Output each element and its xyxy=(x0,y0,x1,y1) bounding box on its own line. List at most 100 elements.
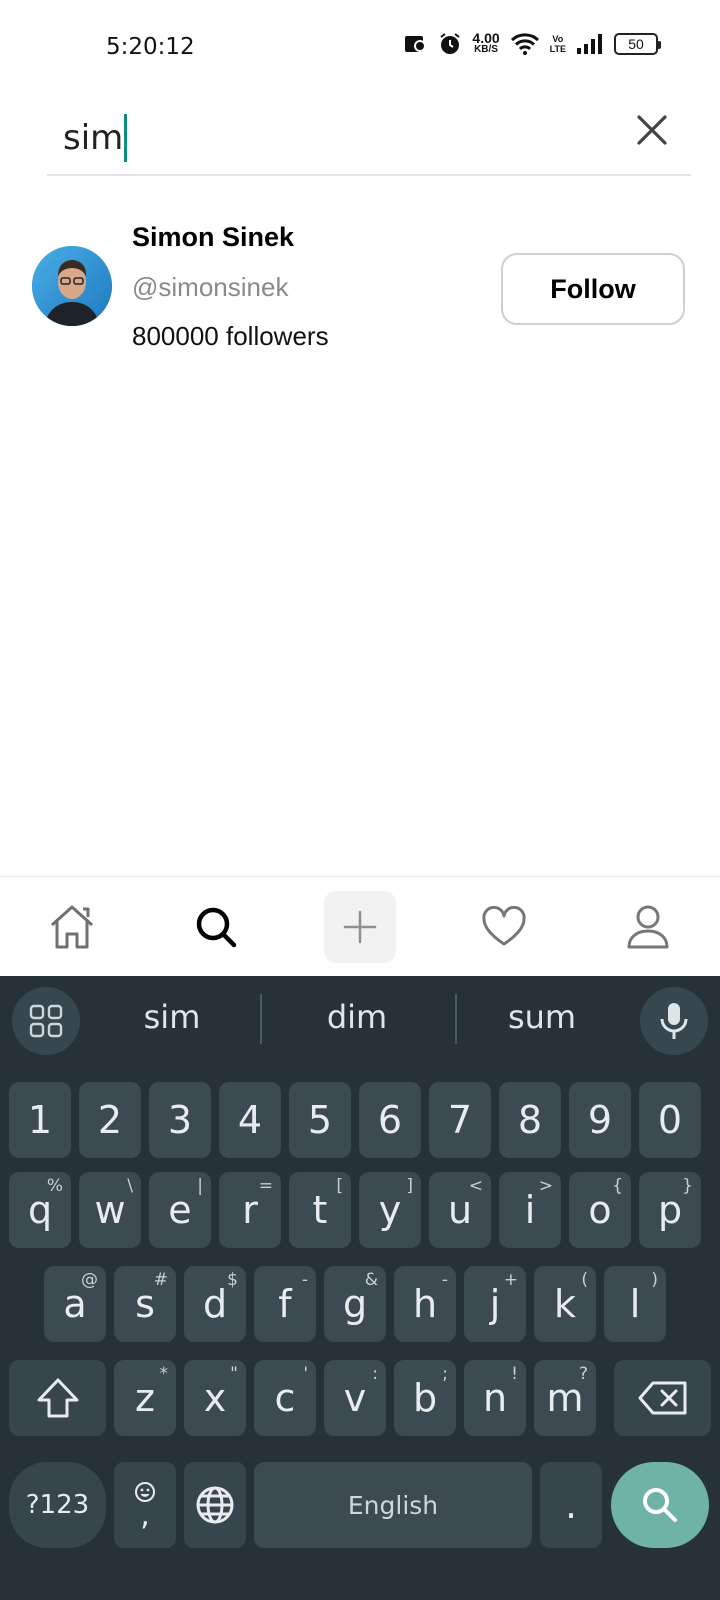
comma-label: , xyxy=(140,1498,150,1533)
space-key[interactable]: English xyxy=(254,1462,532,1548)
key-m[interactable]: m? xyxy=(534,1360,596,1436)
key-3[interactable]: 3 xyxy=(149,1082,211,1158)
key-secondary-symbol: - xyxy=(301,1270,308,1290)
period-key[interactable]: . xyxy=(540,1462,602,1548)
key-label: w xyxy=(94,1188,126,1232)
key-e[interactable]: e | xyxy=(149,1172,211,1248)
key-label: English xyxy=(347,1490,439,1520)
key-label: m xyxy=(546,1376,584,1420)
key-label: n xyxy=(482,1376,508,1420)
key-d[interactable]: d $ xyxy=(184,1266,246,1342)
key-9[interactable]: 9 xyxy=(569,1082,631,1158)
key-n[interactable]: n! xyxy=(464,1360,526,1436)
key-s[interactable]: s # xyxy=(114,1266,176,1342)
net-speed-value: 4.00 xyxy=(472,30,500,46)
key-secondary-symbol: > xyxy=(538,1176,553,1196)
key-u[interactable]: u < xyxy=(429,1172,491,1248)
suggestion-1[interactable]: sim xyxy=(82,998,262,1036)
key-secondary-symbol: + xyxy=(503,1270,518,1290)
key-5[interactable]: 5 xyxy=(289,1082,351,1158)
key-g[interactable]: g & xyxy=(324,1266,386,1342)
key-f[interactable]: f- xyxy=(254,1266,316,1342)
emoji-comma-key[interactable]: , xyxy=(114,1462,176,1548)
shift-key[interactable] xyxy=(9,1360,106,1436)
nav-profile[interactable] xyxy=(612,891,684,963)
key-8[interactable]: 8 xyxy=(499,1082,561,1158)
plus-icon xyxy=(343,910,377,944)
key-w[interactable]: w \ xyxy=(79,1172,141,1248)
key-label: ?123 xyxy=(25,1490,90,1520)
key-h[interactable]: h- xyxy=(394,1266,456,1342)
key-label: 4 xyxy=(237,1098,263,1142)
language-key[interactable] xyxy=(184,1462,246,1548)
key-v[interactable]: v: xyxy=(324,1360,386,1436)
key-a[interactable]: a @ xyxy=(44,1266,106,1342)
key-k[interactable]: k( xyxy=(534,1266,596,1342)
signal-icon xyxy=(576,33,604,55)
profile-icon xyxy=(627,905,669,949)
close-icon xyxy=(637,115,667,145)
nav-add[interactable] xyxy=(324,891,396,963)
keyboard-menu-button[interactable] xyxy=(12,987,80,1055)
key-o[interactable]: o{ xyxy=(569,1172,631,1248)
avatar[interactable] xyxy=(32,246,112,326)
key-label: e xyxy=(168,1188,192,1232)
key-label: s xyxy=(135,1282,155,1326)
key-c[interactable]: c ' xyxy=(254,1360,316,1436)
nav-activity[interactable] xyxy=(468,891,540,963)
key-6[interactable]: 6 xyxy=(359,1082,421,1158)
key-1[interactable]: 1 xyxy=(9,1082,71,1158)
key-4[interactable]: 4 xyxy=(219,1082,281,1158)
key-label: . xyxy=(564,1483,578,1527)
microphone-icon xyxy=(660,1003,688,1039)
symbols-key[interactable]: ?123 xyxy=(9,1462,106,1548)
clear-search-button[interactable] xyxy=(635,113,669,147)
key-t[interactable]: t[ xyxy=(289,1172,351,1248)
key-label: f xyxy=(278,1282,292,1326)
search-input[interactable]: sim xyxy=(63,114,128,162)
suggestion-3[interactable]: sum xyxy=(452,998,632,1036)
key-j[interactable]: j + xyxy=(464,1266,526,1342)
voice-input-button[interactable] xyxy=(640,987,708,1055)
key-secondary-symbol: ) xyxy=(651,1270,658,1290)
backspace-key[interactable] xyxy=(614,1360,711,1436)
key-b[interactable]: b; xyxy=(394,1360,456,1436)
suggestion-2[interactable]: dim xyxy=(267,998,447,1036)
volte-bottom: LTE xyxy=(549,44,566,54)
key-label: 0 xyxy=(657,1098,683,1142)
key-label: 8 xyxy=(517,1098,543,1142)
key-label: 1 xyxy=(27,1098,53,1142)
key-secondary-symbol: ! xyxy=(511,1364,518,1384)
nav-home[interactable] xyxy=(36,891,108,963)
key-y[interactable]: y] xyxy=(359,1172,421,1248)
nav-search[interactable] xyxy=(180,891,252,963)
key-p[interactable]: p} xyxy=(639,1172,701,1248)
user-name: Simon Sinek xyxy=(132,222,295,252)
search-key[interactable] xyxy=(611,1462,709,1548)
shift-icon xyxy=(37,1378,78,1418)
key-z[interactable]: z * xyxy=(114,1360,176,1436)
key-r[interactable]: r = xyxy=(219,1172,281,1248)
grid-icon xyxy=(29,1004,63,1038)
key-label: c xyxy=(274,1376,296,1420)
wifi-icon xyxy=(510,32,540,56)
key-x[interactable]: x " xyxy=(184,1360,246,1436)
key-0[interactable]: 0 xyxy=(639,1082,701,1158)
key-secondary-symbol: % xyxy=(46,1176,63,1196)
follower-count: 800000 followers xyxy=(132,321,329,351)
key-l[interactable]: l) xyxy=(604,1266,666,1342)
key-2[interactable]: 2 xyxy=(79,1082,141,1158)
key-7[interactable]: 7 xyxy=(429,1082,491,1158)
screen-record-icon xyxy=(404,34,428,54)
bottom-nav xyxy=(0,876,720,976)
key-i[interactable]: i > xyxy=(499,1172,561,1248)
key-secondary-symbol: * xyxy=(159,1364,169,1384)
text-caret xyxy=(124,114,128,162)
key-label: y xyxy=(378,1188,402,1232)
key-label: t xyxy=(312,1188,328,1232)
follow-button[interactable]: Follow xyxy=(501,253,685,325)
key-label: 3 xyxy=(167,1098,193,1142)
key-q[interactable]: q% xyxy=(9,1172,71,1248)
key-secondary-symbol: [ xyxy=(336,1176,343,1196)
search-result-user[interactable]: Simon Sinek @simonsinek 800000 followers… xyxy=(32,218,692,358)
